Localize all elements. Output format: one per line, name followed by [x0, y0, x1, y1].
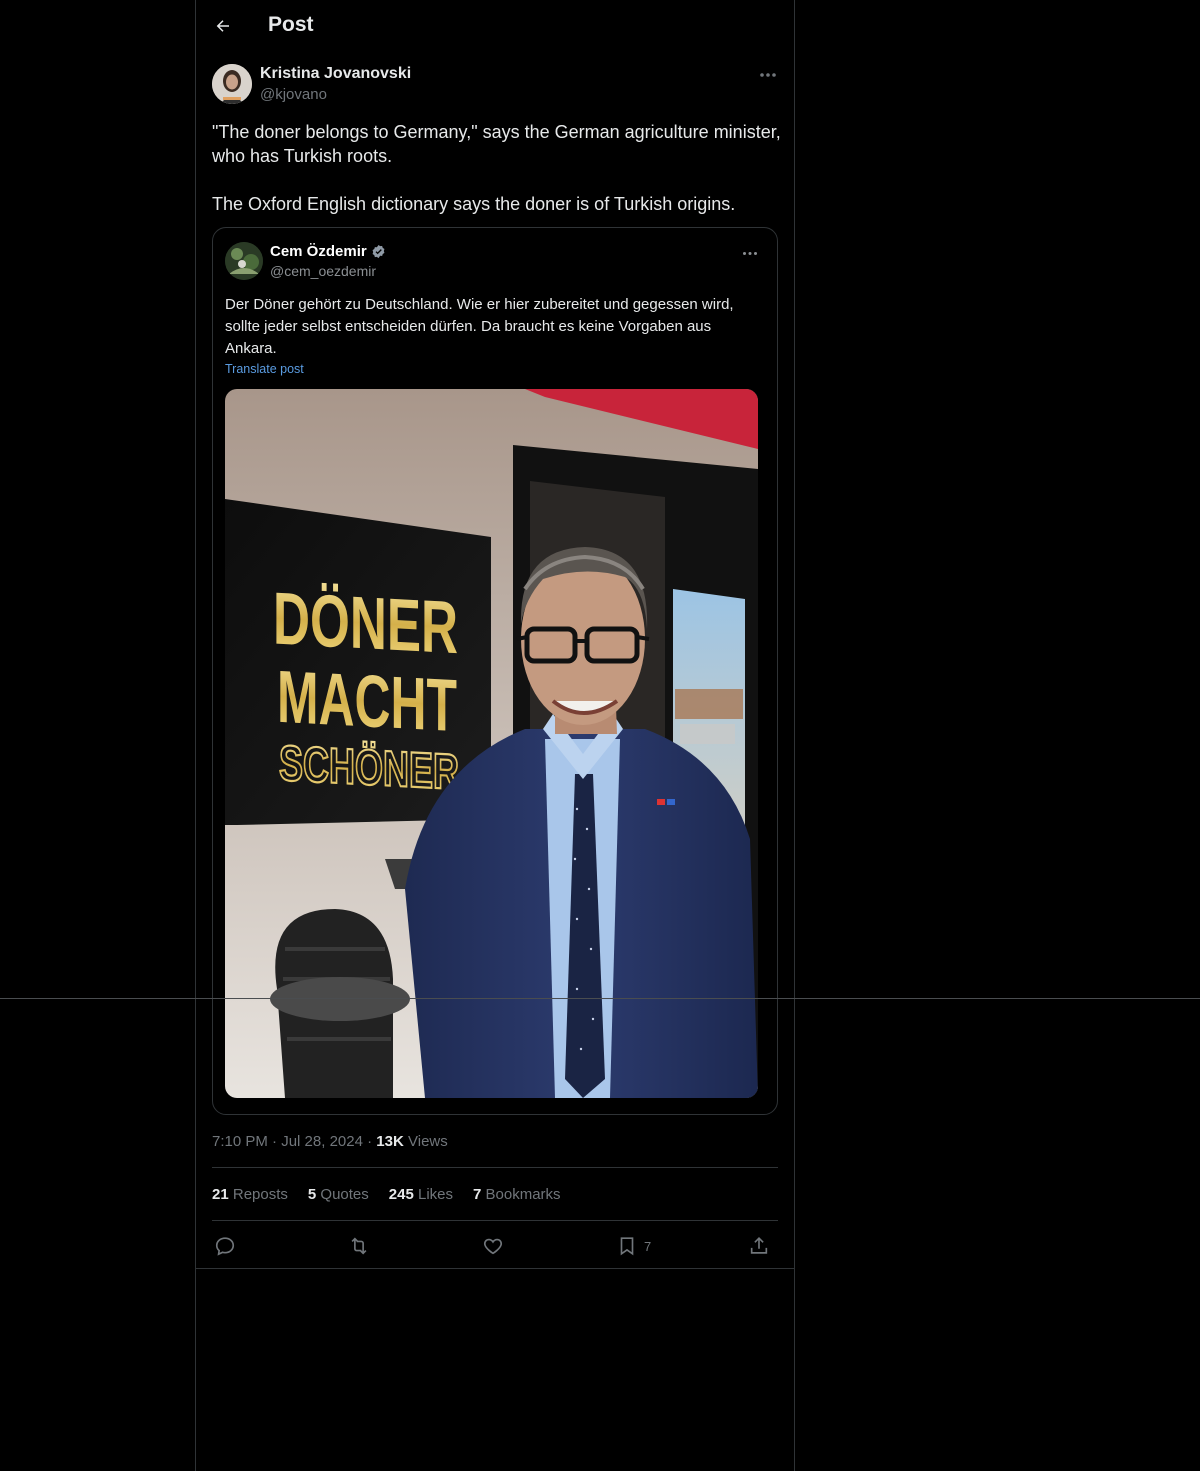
quotes-stat[interactable]: 5 Quotes — [308, 1186, 369, 1203]
share-button[interactable] — [748, 1233, 770, 1259]
post-meta: 7:10 PM · Jul 28, 2024 · 13K Views — [212, 1133, 448, 1150]
share-icon — [750, 1237, 768, 1254]
bookmark-button[interactable]: 7 — [616, 1233, 651, 1259]
heart-icon — [483, 1238, 503, 1255]
bookmark-count: 7 — [644, 1238, 652, 1254]
verified-badge-icon — [372, 244, 385, 259]
divider — [212, 1220, 778, 1221]
main-column: Post Kristina Jovanovski @kjovano "The d… — [195, 0, 795, 1471]
reply-icon — [215, 1237, 235, 1256]
post-date[interactable]: Jul 28, 2024 — [281, 1133, 363, 1150]
views-count: 13K — [376, 1133, 404, 1150]
post-text: "The doner belongs to Germany," says the… — [212, 120, 782, 216]
bookmark-icon — [620, 1237, 634, 1256]
repost-button[interactable] — [348, 1233, 370, 1259]
action-bar: 7 — [212, 1233, 778, 1259]
divider — [196, 1268, 794, 1269]
embedded-author-name: Cem Özdemir — [270, 243, 386, 260]
more-options-button[interactable] — [754, 64, 782, 86]
author-name[interactable]: Kristina Jovanovski — [260, 65, 411, 83]
translate-post-link: Translate post — [225, 362, 304, 376]
embedded-post-text: Der Döner gehört zu Deutschland. Wie er … — [225, 296, 734, 357]
post-stats: 21 Reposts 5 Quotes 245 Likes 7 Bookmark… — [212, 1186, 561, 1203]
embedded-photo: DÖNER MACHT SCHÖNER — [225, 389, 758, 1098]
author-handle[interactable]: @kjovano — [260, 86, 327, 103]
divider — [212, 1167, 778, 1168]
reposts-stat[interactable]: 21 Reposts — [212, 1186, 288, 1203]
likes-stat[interactable]: 245 Likes — [389, 1186, 453, 1203]
repost-icon — [351, 1237, 367, 1255]
sign-text-line: SCHÖNER — [279, 735, 459, 800]
post-paragraph: "The doner belongs to Germany," says the… — [212, 122, 781, 166]
post-header: Post — [196, 0, 794, 54]
avatar[interactable] — [212, 64, 252, 104]
post-time[interactable]: 7:10 PM — [212, 1133, 268, 1150]
embedded-more-icon — [737, 244, 763, 262]
arrow-left-icon — [216, 20, 229, 32]
embedded-post-image[interactable]: Cem Özdemir @cem_oezdemir Der Döner gehö… — [212, 227, 778, 1115]
more-icon — [760, 73, 776, 77]
bookmarks-stat[interactable]: 7 Bookmarks — [473, 1186, 561, 1203]
reply-button[interactable] — [214, 1233, 236, 1259]
back-button[interactable] — [208, 11, 238, 41]
views-label: Views — [408, 1133, 448, 1150]
sign-text-line: MACHT — [277, 655, 457, 747]
embedded-avatar — [225, 242, 263, 280]
page-title: Post — [268, 13, 314, 36]
post-paragraph: The Oxford English dictionary says the d… — [212, 194, 736, 214]
horizontal-guide-line — [0, 998, 1200, 999]
embedded-author-name-text: Cem Özdemir — [270, 243, 367, 260]
like-button[interactable] — [482, 1233, 504, 1259]
embedded-author-handle: @cem_oezdemir — [270, 263, 377, 279]
